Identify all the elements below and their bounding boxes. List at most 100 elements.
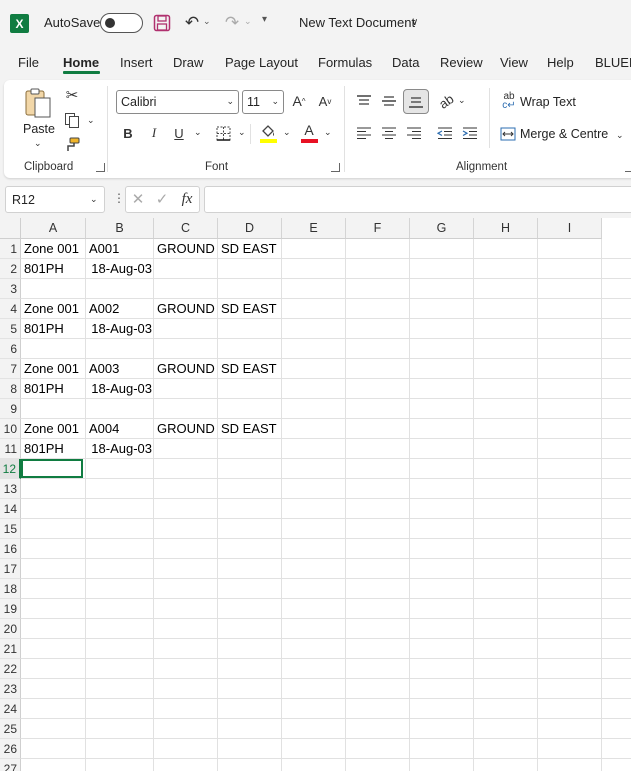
row-header-6[interactable]: 6 [0,339,21,359]
cell-a1[interactable]: Zone 001 [21,239,86,259]
italic-button[interactable]: I [146,124,162,142]
cell-b1[interactable]: A001 [86,239,154,259]
row-header-22[interactable]: 22 [0,659,21,679]
increase-font-size-icon[interactable]: A ^ [289,91,309,111]
underline-chevron-icon[interactable]: ⌄ [194,127,202,138]
row-header-17[interactable]: 17 [0,559,21,579]
row-header-11[interactable]: 11 [0,439,21,459]
cell-c7[interactable]: GROUND F [154,359,218,379]
font-launcher-icon[interactable] [331,163,340,172]
column-header-g[interactable]: G [410,218,474,239]
cell-a8[interactable]: 801PH [21,379,86,399]
clipboard-launcher-icon[interactable] [96,163,105,172]
middle-align-icon[interactable] [379,91,399,111]
cell-b7[interactable]: A003 [86,359,154,379]
borders-icon[interactable] [214,124,232,142]
paste-label[interactable]: Paste [23,122,55,136]
cell-b5[interactable]: 18-Aug-03 [86,319,154,339]
borders-chevron-icon[interactable]: ⌄ [238,127,246,138]
name-box-chevron-icon[interactable]: ⌄ [90,194,98,205]
cell-d7[interactable]: SD EAST [218,359,282,379]
tab-formulas[interactable]: Formulas [318,55,372,70]
worksheet-grid[interactable]: ABCDEFGHI 1 2 3 4 5 6 7 8 9 10 11 12 13 14 15 16 17 18 19 2… [0,218,631,771]
cell-b4[interactable]: A002 [86,299,154,319]
row-header-3[interactable]: 3 [0,279,21,299]
fill-color-chevron-icon[interactable]: ⌄ [283,127,291,138]
row-header-24[interactable]: 24 [0,699,21,719]
row-header-23[interactable]: 23 [0,679,21,699]
cell-b8[interactable]: 18-Aug-03 [86,379,154,399]
column-header-f[interactable]: F [346,218,410,239]
customize-toolbar-icon[interactable]: ▾ [262,14,267,25]
column-header-c[interactable]: C [154,218,218,239]
row-header-19[interactable]: 19 [0,599,21,619]
formula-bar-options-icon[interactable]: ⋮ [113,191,125,205]
wrap-text-button[interactable]: Wrap Text [520,95,576,109]
row-header-27[interactable]: 27 [0,759,21,771]
cancel-icon[interactable]: ✕ [129,189,147,209]
insert-function-button[interactable]: fx [177,189,197,209]
row-header-7[interactable]: 7 [0,359,21,379]
merge-centre-button[interactable]: Merge & Centre [520,127,608,141]
row-header-20[interactable]: 20 [0,619,21,639]
tab-data[interactable]: Data [392,55,419,70]
format-painter-icon[interactable] [63,136,81,154]
row-header-18[interactable]: 18 [0,579,21,599]
autosave-toggle[interactable] [100,13,143,33]
row-header-25[interactable]: 25 [0,719,21,739]
column-header-b[interactable]: B [86,218,154,239]
column-header-e[interactable]: E [282,218,346,239]
column-header-d[interactable]: D [218,218,282,239]
tab-file[interactable]: File [18,55,39,70]
select-all-corner[interactable] [0,218,21,239]
cut-icon[interactable]: ✂ [63,86,81,104]
merge-centre-icon[interactable] [499,125,517,142]
cell-a5[interactable]: 801PH [21,319,86,339]
cell-c4[interactable]: GROUND F [154,299,218,319]
tab-draw[interactable]: Draw [173,55,203,70]
row-header-21[interactable]: 21 [0,639,21,659]
underline-button[interactable]: U [171,124,187,142]
bold-button[interactable]: B [120,124,136,142]
align-left-icon[interactable] [354,123,374,143]
cell-b11[interactable]: 18-Aug-03 [86,439,154,459]
tab-review[interactable]: Review [440,55,483,70]
tab-blueb[interactable]: BLUEB [595,55,631,70]
paste-chevron-icon[interactable]: ⌄ [34,138,42,149]
formula-input[interactable] [204,186,631,213]
redo-dropdown-chevron-icon[interactable]: ⌄ [244,16,252,27]
cell-c1[interactable]: GROUND F [154,239,218,259]
copy-icon[interactable] [63,111,81,129]
row-header-9[interactable]: 9 [0,399,21,419]
cell-a7[interactable]: Zone 001 [21,359,86,379]
align-right-icon[interactable] [404,123,424,143]
cell-b10[interactable]: A004 [86,419,154,439]
enter-icon[interactable]: ✓ [153,189,171,209]
top-align-icon[interactable] [354,91,374,111]
tab-view[interactable]: View [500,55,528,70]
redo-icon[interactable]: ↷ [222,13,242,33]
row-header-1[interactable]: 1 [0,239,21,259]
bottom-align-icon[interactable] [403,89,429,114]
cell-d1[interactable]: SD EAST [218,239,282,259]
row-header-8[interactable]: 8 [0,379,21,399]
tab-help[interactable]: Help [547,55,574,70]
cell-a4[interactable]: Zone 001 [21,299,86,319]
copy-chevron-icon[interactable]: ⌄ [87,115,95,126]
align-center-icon[interactable] [379,123,399,143]
row-header-10[interactable]: 10 [0,419,21,439]
font-size-select[interactable]: 11 ⌄ [242,90,284,114]
cell-a2[interactable]: 801PH [21,259,86,279]
row-header-4[interactable]: 4 [0,299,21,319]
row-header-15[interactable]: 15 [0,519,21,539]
column-header-i[interactable]: I [538,218,602,239]
cell-b2[interactable]: 18-Aug-03 [86,259,154,279]
row-header-2[interactable]: 2 [0,259,21,279]
wrap-text-icon[interactable]: ab c↵ [500,92,518,111]
font-name-select[interactable]: Calibri ⌄ [116,90,239,114]
row-header-14[interactable]: 14 [0,499,21,519]
column-header-a[interactable]: A [21,218,86,239]
cell-a10[interactable]: Zone 001 [21,419,86,439]
undo-icon[interactable]: ↶ [182,13,202,33]
tab-home[interactable]: Home [63,55,99,70]
